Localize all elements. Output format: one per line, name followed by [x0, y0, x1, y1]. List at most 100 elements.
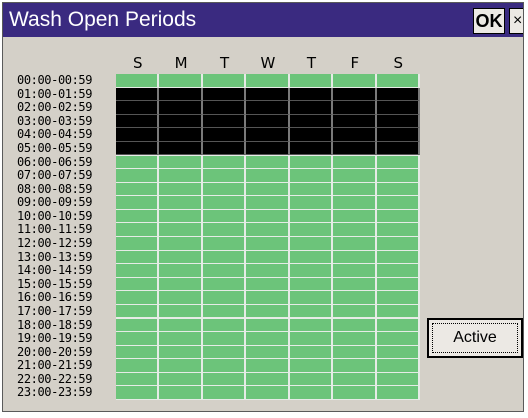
schedule-cell[interactable] [159, 237, 203, 251]
schedule-cell[interactable] [376, 264, 420, 278]
schedule-cell[interactable] [159, 291, 203, 305]
schedule-cell[interactable] [116, 141, 160, 156]
schedule-cell[interactable] [159, 101, 203, 115]
schedule-cell[interactable] [202, 169, 247, 183]
schedule-cell[interactable] [376, 196, 420, 210]
schedule-cell[interactable] [289, 141, 334, 156]
schedule-cell[interactable] [246, 264, 290, 278]
schedule-cell[interactable] [202, 141, 247, 156]
schedule-cell[interactable] [289, 87, 334, 102]
schedule-cell[interactable] [289, 182, 334, 197]
schedule-cell[interactable] [116, 372, 160, 387]
schedule-cell[interactable] [202, 250, 247, 265]
schedule-cell[interactable] [116, 304, 160, 319]
schedule-cell[interactable] [376, 114, 420, 129]
schedule-cell[interactable] [289, 277, 334, 292]
schedule-cell[interactable] [289, 169, 334, 183]
close-button[interactable]: × [509, 8, 523, 34]
schedule-cell[interactable] [333, 114, 377, 129]
schedule-cell[interactable] [376, 345, 420, 360]
schedule-cell[interactable] [376, 169, 420, 183]
schedule-cell[interactable] [202, 182, 247, 197]
schedule-cell[interactable] [376, 74, 420, 88]
schedule-cell[interactable] [333, 74, 377, 88]
schedule-cell[interactable] [159, 141, 203, 156]
schedule-cell[interactable] [116, 209, 160, 224]
schedule-cell[interactable] [246, 345, 290, 360]
schedule-cell[interactable] [246, 101, 290, 115]
schedule-cell[interactable] [116, 237, 160, 251]
schedule-cell[interactable] [289, 74, 334, 88]
schedule-cell[interactable] [116, 101, 160, 115]
schedule-cell[interactable] [333, 182, 377, 197]
schedule-cell[interactable] [116, 264, 160, 278]
schedule-cell[interactable] [202, 196, 247, 210]
schedule-cell[interactable] [116, 114, 160, 129]
schedule-cell[interactable] [376, 372, 420, 387]
schedule-cell[interactable] [116, 291, 160, 305]
schedule-cell[interactable] [202, 304, 247, 319]
schedule-cell[interactable] [333, 304, 377, 319]
schedule-cell[interactable] [202, 74, 247, 88]
schedule-cell[interactable] [246, 372, 290, 387]
schedule-cell[interactable] [159, 345, 203, 360]
schedule-cell[interactable] [289, 237, 334, 251]
schedule-cell[interactable] [159, 250, 203, 265]
schedule-cell[interactable] [246, 128, 290, 142]
schedule-cell[interactable] [376, 318, 420, 333]
schedule-cell[interactable] [246, 386, 290, 400]
schedule-cell[interactable] [159, 277, 203, 292]
schedule-cell[interactable] [246, 87, 290, 102]
schedule-cell[interactable] [202, 128, 247, 142]
schedule-cell[interactable] [289, 196, 334, 210]
schedule-cell[interactable] [376, 237, 420, 251]
schedule-cell[interactable] [246, 291, 290, 305]
schedule-cell[interactable] [333, 155, 377, 170]
schedule-cell[interactable] [116, 345, 160, 360]
schedule-cell[interactable] [246, 304, 290, 319]
schedule-cell[interactable] [376, 87, 420, 102]
schedule-cell[interactable] [246, 74, 290, 88]
schedule-cell[interactable] [116, 182, 160, 197]
schedule-cell[interactable] [289, 291, 334, 305]
schedule-cell[interactable] [116, 155, 160, 170]
schedule-cell[interactable] [159, 223, 203, 237]
schedule-cell[interactable] [246, 277, 290, 292]
schedule-cell[interactable] [202, 372, 247, 387]
schedule-cell[interactable] [246, 114, 290, 129]
schedule-cell[interactable] [246, 209, 290, 224]
schedule-cell[interactable] [159, 196, 203, 210]
schedule-cell[interactable] [116, 196, 160, 210]
schedule-cell[interactable] [333, 223, 377, 237]
schedule-cell[interactable] [246, 155, 290, 170]
schedule-cell[interactable] [202, 386, 247, 400]
schedule-cell[interactable] [376, 386, 420, 400]
schedule-cell[interactable] [333, 128, 377, 142]
schedule-cell[interactable] [159, 386, 203, 400]
schedule-cell[interactable] [289, 304, 334, 319]
schedule-cell[interactable] [289, 114, 334, 129]
schedule-cell[interactable] [333, 237, 377, 251]
schedule-cell[interactable] [202, 237, 247, 251]
schedule-cell[interactable] [289, 128, 334, 142]
schedule-cell[interactable] [246, 141, 290, 156]
schedule-cell[interactable] [159, 128, 203, 142]
schedule-cell[interactable] [289, 101, 334, 115]
schedule-cell[interactable] [202, 87, 247, 102]
schedule-cell[interactable] [289, 386, 334, 400]
schedule-cell[interactable] [159, 304, 203, 319]
schedule-cell[interactable] [246, 250, 290, 265]
schedule-cell[interactable] [376, 359, 420, 373]
schedule-cell[interactable] [289, 223, 334, 237]
schedule-cell[interactable] [376, 277, 420, 292]
schedule-cell[interactable] [159, 318, 203, 333]
schedule-cell[interactable] [376, 141, 420, 156]
schedule-cell[interactable] [289, 250, 334, 265]
schedule-cell[interactable] [202, 318, 247, 333]
schedule-cell[interactable] [202, 264, 247, 278]
schedule-cell[interactable] [376, 223, 420, 237]
schedule-cell[interactable] [376, 304, 420, 319]
schedule-cell[interactable] [333, 87, 377, 102]
schedule-cell[interactable] [376, 291, 420, 305]
schedule-cell[interactable] [116, 332, 160, 346]
